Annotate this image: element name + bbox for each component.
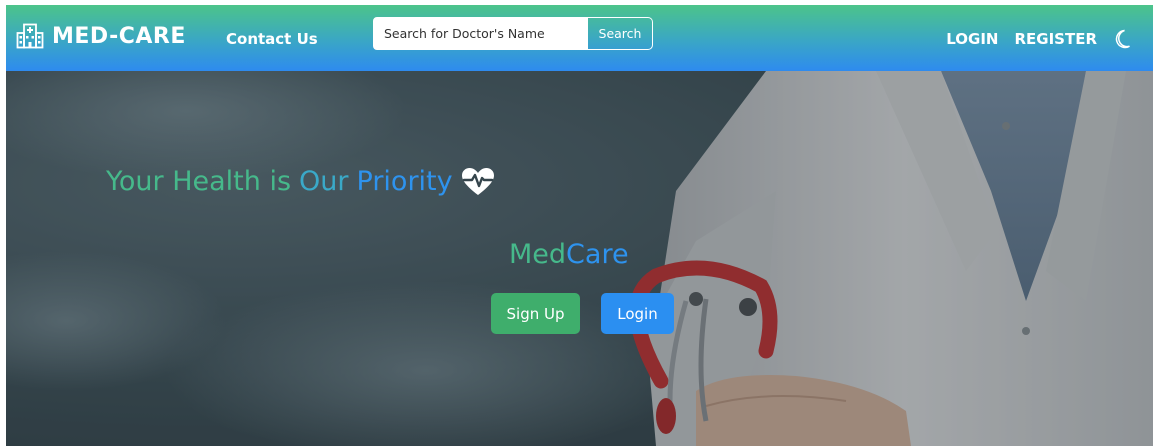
tagline-part-2: Our [299, 166, 349, 197]
login-link[interactable]: LOGIN [946, 30, 998, 48]
nav-right-group: LOGIN REGISTER [946, 29, 1153, 49]
navbar: MED-CARE Contact Us Search LOGIN REGISTE… [6, 5, 1153, 71]
app-frame: MED-CARE Contact Us Search LOGIN REGISTE… [6, 5, 1153, 446]
hero-brand: MedCare [509, 239, 629, 270]
sign-up-button[interactable]: Sign Up [491, 293, 580, 334]
hero-tagline: Your Health is Our Priority [106, 166, 495, 197]
brand-care: Care [566, 239, 629, 270]
tagline-part-3: Priority [356, 166, 453, 197]
register-link[interactable]: REGISTER [1014, 30, 1097, 48]
login-button[interactable]: Login [601, 293, 674, 334]
brand-med: Med [509, 239, 567, 270]
search-button[interactable]: Search [588, 17, 653, 50]
hero-section: Your Health is Our Priority MedCare Sign… [6, 71, 1153, 446]
heartbeat-icon [461, 167, 494, 195]
contact-us-link[interactable]: Contact Us [226, 30, 318, 48]
doctor-search-input[interactable] [373, 17, 588, 50]
tagline-part-1: Your Health is [106, 166, 292, 197]
brand-logo[interactable]: MED-CARE [16, 23, 186, 49]
moon-icon[interactable] [1113, 29, 1131, 49]
search-form: Search [373, 17, 653, 50]
brand-name: MED-CARE [52, 23, 186, 49]
hospital-icon [16, 23, 44, 49]
